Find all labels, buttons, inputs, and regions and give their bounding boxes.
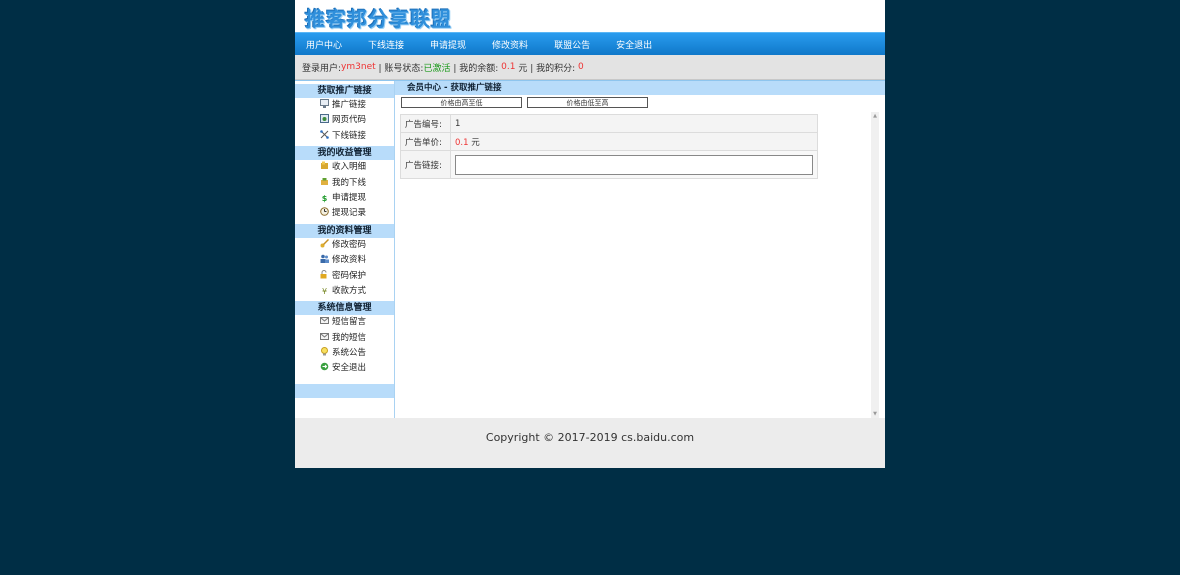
sidebar-group-title: 我的收益管理 <box>295 146 394 161</box>
sidebar-item-label: 系统公告 <box>332 348 367 359</box>
site-logo[interactable]: 推客邦分享联盟 <box>305 3 452 32</box>
ad-link-label: 广告链接: <box>400 150 451 179</box>
mail-icon <box>320 316 329 325</box>
yen-icon: ¥ <box>321 286 328 296</box>
sidebar-item-my-sms[interactable]: 我的短信 <box>295 331 394 346</box>
sidebar-item-label: 密码保护 <box>332 270 367 281</box>
sidebar-item-label: 修改密码 <box>332 239 367 250</box>
ad-id-label: 广告编号: <box>400 114 451 133</box>
breadcrumb: 会员中心 - 获取推广链接 <box>395 81 885 95</box>
username: ym3net <box>341 62 376 72</box>
sidebar-item-logout[interactable]: 安全退出 <box>295 361 394 376</box>
sidebar-item-withdraw-records[interactable]: 提现记录 <box>295 206 394 221</box>
footer: Copyright © 2017-2019 cs.baidu.com <box>295 418 885 468</box>
bulb-icon <box>320 347 329 356</box>
ad-link-textarea[interactable] <box>455 154 813 175</box>
table-row: 广告单价: 0.1 元 <box>400 132 818 151</box>
nav-announcements[interactable]: 联盟公告 <box>554 38 590 51</box>
status-label: | 账号状态: <box>378 63 424 74</box>
income-icon <box>320 161 329 170</box>
nav-user-center[interactable]: 用户中心 <box>306 38 342 51</box>
lock-icon <box>320 269 329 279</box>
scroll-up-arrow-icon[interactable]: ▲ <box>871 112 879 120</box>
exit-icon <box>320 362 329 371</box>
network-icon <box>320 129 329 139</box>
sidebar-item-label: 推广链接 <box>332 100 367 110</box>
sidebar-item-messages[interactable]: 短信留言 <box>295 315 394 330</box>
sidebar-item-password-protect[interactable]: 密码保护 <box>295 269 394 284</box>
sidebar-item-announcements[interactable]: 系统公告 <box>295 346 394 361</box>
copyright-text: Copyright © 2017-2019 cs.baidu.com <box>485 431 695 444</box>
nav-edit-profile[interactable]: 修改资料 <box>492 38 528 51</box>
sidebar-item-edit-profile[interactable]: 修改资料 <box>295 253 394 268</box>
nav-logout[interactable]: 安全退出 <box>616 38 652 51</box>
sidebar-item-web-code[interactable]: 网页代码 <box>295 113 394 128</box>
sidebar-item-downline-link[interactable]: 下线链接 <box>295 129 394 144</box>
sidebar-item-label: 我的下线 <box>332 177 367 188</box>
users-icon <box>320 254 329 264</box>
dollar-icon: $ <box>321 193 328 203</box>
top-nav: 用户中心 下线连接 申请提现 修改资料 联盟公告 安全退出 <box>295 32 885 55</box>
content-panel: 会员中心 - 获取推广链接 价格由高至低 价格由低至高 广告编号: 1 广告单价… <box>395 81 885 418</box>
main-area: 获取推广链接 推广链接 网页代码 下线链接 我的收益管理 收入明细 我的下线 $… <box>295 80 885 418</box>
sidebar-item-income[interactable]: 收入明细 <box>295 160 394 175</box>
sidebar-item-label: 收入明细 <box>332 162 367 173</box>
sort-price-desc-button[interactable]: 价格由高至低 <box>401 97 522 108</box>
header: 推客邦分享联盟 <box>295 0 885 32</box>
sidebar-item-payment-method[interactable]: ¥ 收款方式 <box>295 284 394 299</box>
envelope-icon <box>320 332 329 341</box>
sidebar-item-label: 我的短信 <box>332 332 367 343</box>
sidebar: 获取推广链接 推广链接 网页代码 下线链接 我的收益管理 收入明细 我的下线 $… <box>295 81 395 418</box>
scroll-down-arrow-icon[interactable]: ▼ <box>871 410 879 418</box>
sidebar-item-my-downline[interactable]: 我的下线 <box>295 176 394 191</box>
ad-price-value: 0.1 <box>455 137 469 148</box>
ad-price-unit: 元 <box>471 137 480 148</box>
content-scrollbar[interactable]: ▲ ▼ <box>871 112 879 418</box>
sidebar-item-label: 下线链接 <box>332 130 367 141</box>
ad-price-label: 广告单价: <box>400 132 451 151</box>
sidebar-item-label: 短信留言 <box>332 317 367 328</box>
downline-icon <box>320 177 329 186</box>
key-icon <box>320 238 330 248</box>
webpage-icon <box>320 114 329 124</box>
balance-unit: 元 | 我的积分: <box>518 63 576 74</box>
ad-detail-table: 广告编号: 1 广告单价: 0.1 元 广告链接: <box>400 114 818 179</box>
balance-label: | 我的余额: <box>453 63 499 74</box>
points-value: 0 <box>578 62 584 72</box>
ad-id-value: 1 <box>450 114 818 133</box>
table-row: 广告链接: <box>400 150 818 179</box>
sidebar-item-label: 申请提现 <box>332 192 367 203</box>
sidebar-item-label: 提现记录 <box>332 208 367 219</box>
sort-toolbar: 价格由高至低 价格由低至高 <box>395 95 885 111</box>
sidebar-footer-bar <box>295 383 394 398</box>
sidebar-group-title: 获取推广链接 <box>295 84 394 98</box>
sidebar-item-promo-link[interactable]: 推广链接 <box>295 98 394 113</box>
balance-value: 0.1 <box>501 62 516 72</box>
table-row: 广告编号: 1 <box>400 114 818 133</box>
sidebar-group-title: 我的资料管理 <box>295 223 394 238</box>
sidebar-item-withdraw[interactable]: $ 申请提现 <box>295 191 394 206</box>
sort-price-asc-button[interactable]: 价格由低至高 <box>527 97 648 108</box>
clock-icon <box>320 207 329 217</box>
sidebar-item-change-password[interactable]: 修改密码 <box>295 238 394 253</box>
account-status: 已激活 <box>423 63 451 74</box>
nav-downline-link[interactable]: 下线连接 <box>368 38 404 51</box>
sidebar-item-label: 网页代码 <box>332 115 367 126</box>
ad-price-cell: 0.1 元 <box>450 132 818 151</box>
page-container: 推客邦分享联盟 用户中心 下线连接 申请提现 修改资料 联盟公告 安全退出 登录… <box>295 0 885 468</box>
sidebar-item-label: 收款方式 <box>332 285 367 296</box>
nav-withdraw[interactable]: 申请提现 <box>430 38 466 51</box>
monitor-icon <box>320 99 329 108</box>
sidebar-group-title: 系统信息管理 <box>295 301 394 316</box>
account-info-bar: 登录用户: ym3net | 账号状态: 已激活 | 我的余额: 0.1 元 |… <box>295 55 885 80</box>
sidebar-item-label: 修改资料 <box>332 255 367 266</box>
ad-link-cell <box>450 150 818 179</box>
sidebar-item-label: 安全退出 <box>332 363 367 374</box>
user-label: 登录用户: <box>302 63 342 74</box>
